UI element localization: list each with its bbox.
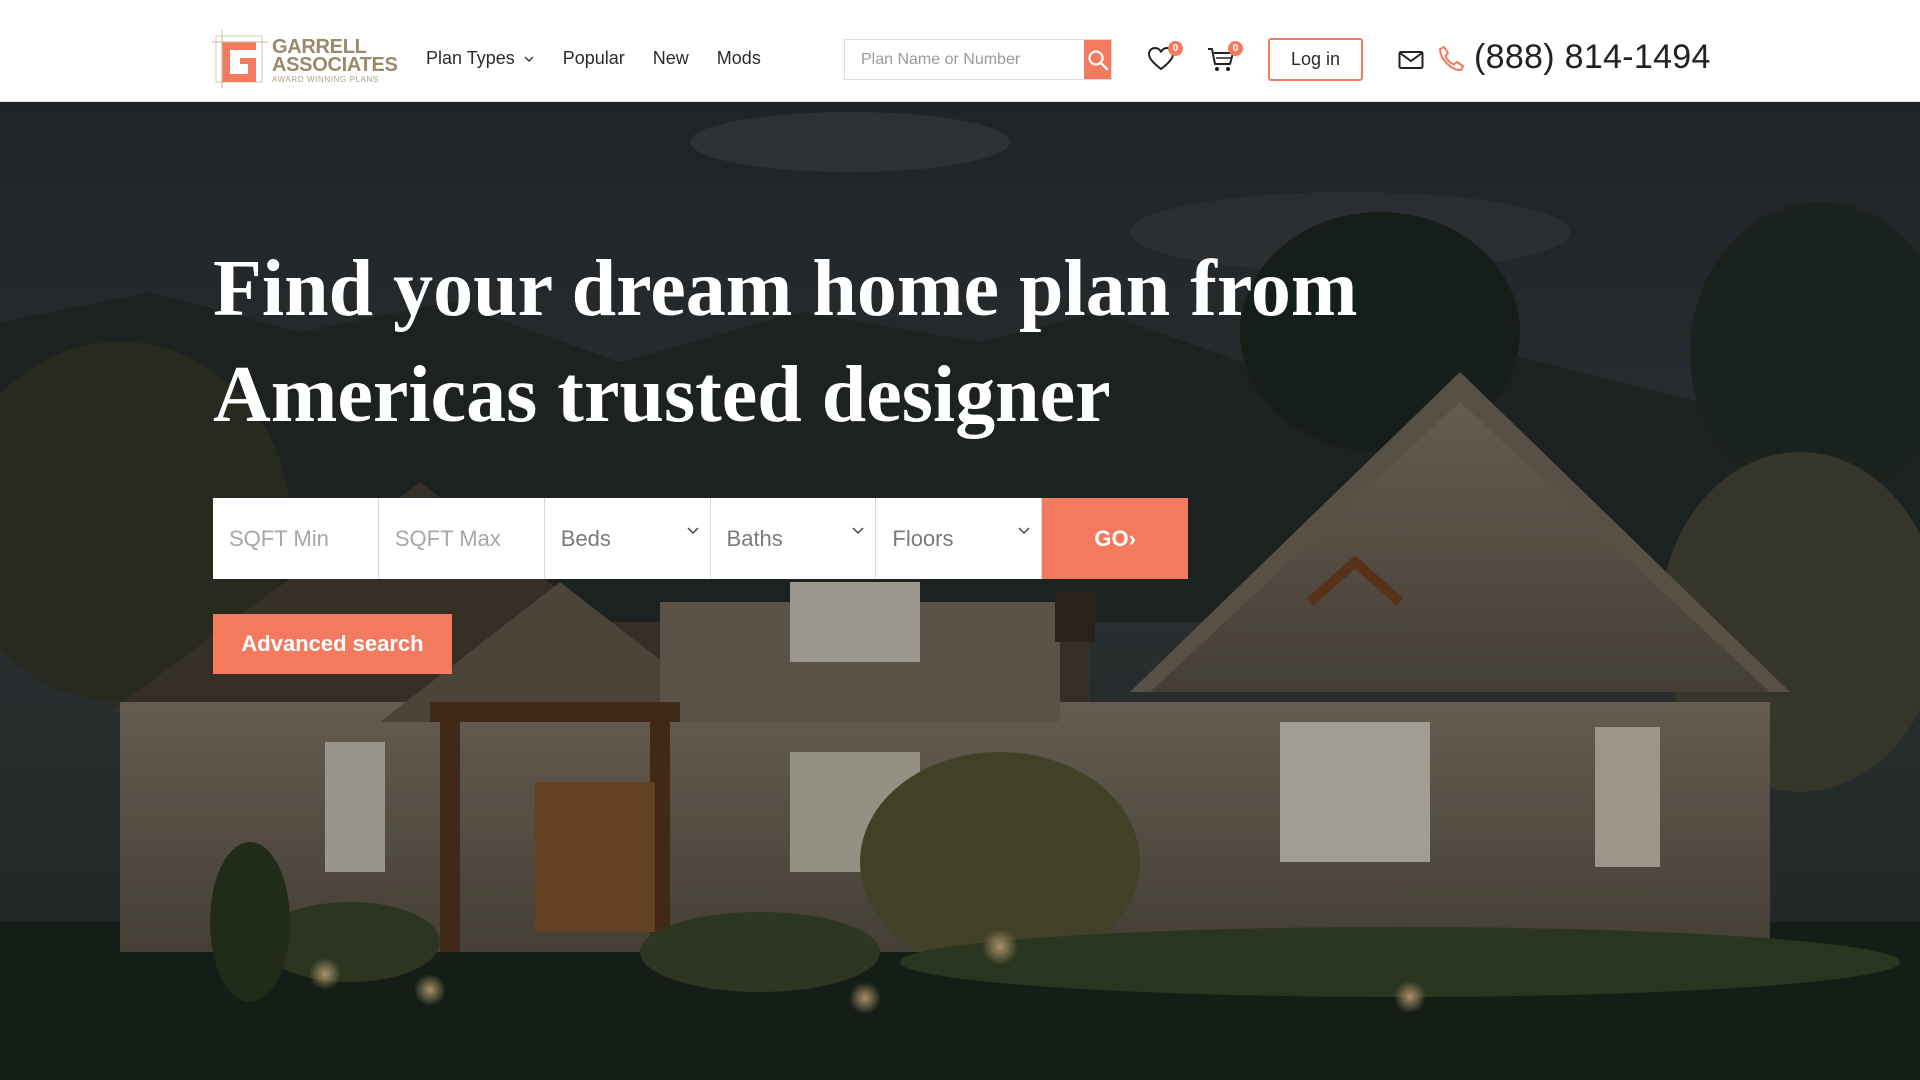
nav-item-label: Plan Types [426, 48, 515, 68]
beds-select-label: Beds [560, 525, 611, 551]
nav-item-new[interactable]: New [653, 48, 689, 69]
floors-select-label: Floors [892, 525, 954, 551]
site-logo[interactable]: GARRELL ASSOCIATES AWARD WINNING PLANS [212, 28, 398, 90]
main-nav: Plan Types Popular New Mods [426, 48, 761, 69]
nav-item-popular[interactable]: Popular [563, 48, 625, 69]
login-button[interactable]: Log in [1268, 38, 1363, 81]
search-icon [1087, 49, 1108, 70]
go-button[interactable]: GO› [1042, 498, 1189, 579]
cart-button[interactable]: 0 [1206, 41, 1243, 76]
nav-item-mods[interactable]: Mods [717, 48, 761, 69]
plan-filter-bar: Beds Baths Floors GO› [213, 498, 1189, 579]
logo-mark-icon [212, 30, 268, 88]
sqft-max-input[interactable] [394, 525, 528, 552]
chevron-down-icon [852, 527, 864, 535]
phone-number-link[interactable]: (888) 814-1494 [1474, 38, 1711, 77]
cart-count-badge: 0 [1228, 41, 1243, 56]
chevron-down-icon [1018, 527, 1030, 535]
sqft-max-field [378, 498, 545, 579]
search-button[interactable] [1084, 40, 1111, 79]
beds-select[interactable]: Beds [544, 498, 711, 579]
advanced-search-button[interactable]: Advanced search [213, 614, 452, 674]
phone-icon [1439, 46, 1464, 72]
site-header: GARRELL ASSOCIATES AWARD WINNING PLANS P… [0, 0, 1920, 102]
baths-select[interactable]: Baths [710, 498, 877, 579]
sqft-min-input[interactable] [229, 525, 362, 552]
nav-item-plan-types[interactable]: Plan Types [426, 48, 535, 69]
plan-search-input[interactable] [845, 40, 1084, 79]
baths-select-label: Baths [726, 525, 783, 551]
nav-item-label: Popular [562, 48, 625, 68]
sqft-min-field [213, 498, 379, 579]
hero-headline-line1: Find your dream home plan from [213, 245, 1358, 333]
logo-tagline: AWARD WINNING PLANS [272, 75, 379, 84]
chevron-down-icon [524, 56, 534, 62]
mail-icon[interactable] [1398, 50, 1424, 70]
hero-section: Find your dream home plan from Americas … [0, 102, 1920, 1080]
hero-headline: Find your dream home plan from Americas … [213, 236, 1513, 448]
floors-select[interactable]: Floors [876, 498, 1043, 579]
nav-item-label: Mods [716, 48, 761, 68]
logo-name-line2: ASSOCIATES [272, 54, 398, 76]
hero-headline-line2: Americas trusted designer [213, 351, 1111, 439]
plan-search [844, 39, 1112, 80]
favorites-count-badge: 0 [1168, 41, 1183, 56]
nav-item-label: New [652, 48, 689, 68]
chevron-down-icon [687, 527, 699, 535]
favorites-button[interactable]: 0 [1146, 41, 1183, 76]
